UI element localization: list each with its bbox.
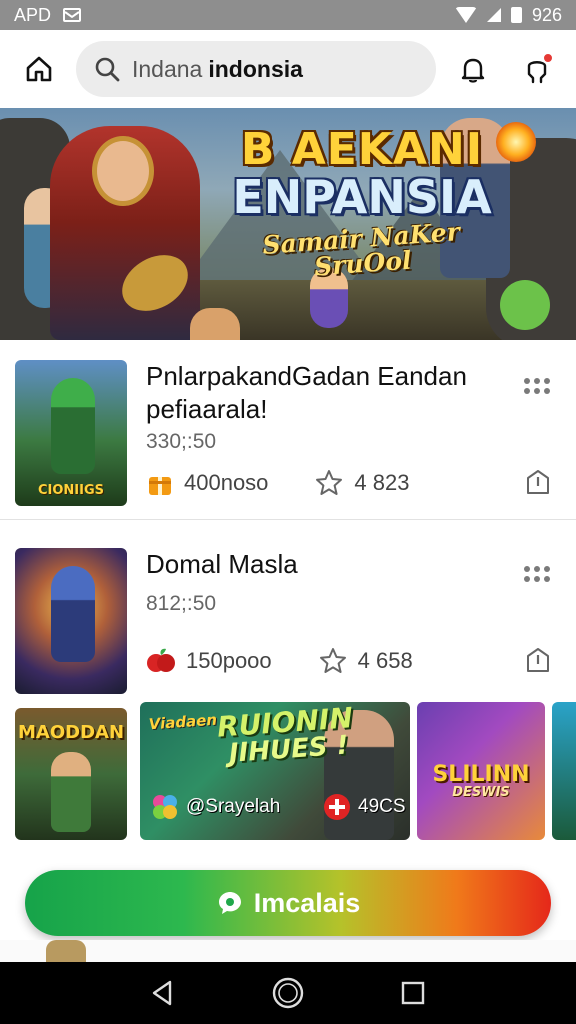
- game-stats: 150pooo 4 658: [146, 646, 413, 676]
- star-icon: [316, 470, 343, 495]
- notifications-button[interactable]: [514, 46, 560, 92]
- bell-button[interactable]: [450, 46, 496, 92]
- game-stats: 400noso 4 823: [146, 468, 409, 498]
- back-icon: [152, 980, 171, 1006]
- game-thumbnail[interactable]: CIONIIGS: [15, 360, 127, 506]
- home-button[interactable]: [16, 46, 62, 92]
- more-icon: [524, 566, 530, 572]
- banner-hero-head: [92, 136, 154, 206]
- content-peek: [0, 940, 576, 962]
- rating-stat: 4 658: [318, 646, 413, 676]
- card-title: Viadaen RUIONIN JIHUES !: [148, 702, 361, 773]
- more-options-button[interactable]: [524, 566, 552, 586]
- banner-character: [500, 280, 550, 330]
- card-score: 49CS: [322, 792, 406, 822]
- mail-icon: [63, 8, 82, 22]
- plus-badge-icon: [324, 794, 350, 820]
- circle-home-icon: [272, 977, 304, 1009]
- status-bar: APD 926: [0, 0, 576, 30]
- search-input[interactable]: Indana indonsia: [132, 56, 303, 83]
- card-title: MAODDAN: [17, 722, 125, 743]
- more-icon: [534, 388, 540, 394]
- more-icon: [524, 378, 530, 384]
- candy-icon: [153, 795, 177, 819]
- more-icon: [544, 576, 550, 582]
- search-bar[interactable]: Indana indonsia: [76, 41, 436, 97]
- more-icon: [524, 576, 530, 582]
- app-header: Indana indonsia: [0, 30, 576, 108]
- clock: 926: [531, 4, 562, 25]
- search-icon: [95, 57, 120, 82]
- more-icon: [544, 566, 550, 572]
- thumbnail-character: [51, 566, 95, 662]
- primary-action-label: Imcalais: [253, 887, 361, 918]
- home-nav-button[interactable]: [268, 973, 308, 1013]
- star-icon: [319, 648, 346, 673]
- game-title[interactable]: Domal Masla: [146, 548, 486, 581]
- carrier-label: APD: [14, 4, 52, 25]
- primary-action-button[interactable]: Imcalais: [25, 870, 551, 936]
- card-username: @Srayelah: [186, 796, 281, 817]
- card-title: SLILINN DESWIS: [417, 762, 545, 800]
- share-icon[interactable]: [524, 646, 552, 674]
- chat-icon: [218, 892, 241, 914]
- carousel-card[interactable]: MAODDAN: [15, 708, 127, 840]
- thumbnail-character: [51, 378, 95, 474]
- apple-icon: [147, 648, 175, 672]
- list-item[interactable]: Domal Masla 812;:50 150pooo 4 658: [0, 538, 576, 708]
- battery-icon: [510, 7, 522, 23]
- search-query: indonsia: [208, 55, 303, 82]
- more-icon: [544, 378, 550, 384]
- signal-icon: [486, 8, 501, 22]
- game-carousel[interactable]: MAODDAN Viadaen RUIONIN JIHUES ! @Srayel…: [0, 702, 576, 842]
- home-icon: [26, 56, 52, 82]
- downloads-count: 400noso: [184, 470, 269, 495]
- game-title[interactable]: PnlarpakandGadan Eandan pefiaarala!: [146, 360, 486, 426]
- back-button[interactable]: [143, 973, 183, 1013]
- more-icon: [534, 378, 540, 384]
- carousel-card[interactable]: SLILINN DESWIS: [417, 702, 545, 840]
- content-peek-art: [46, 940, 86, 962]
- carousel-card-featured[interactable]: Viadaen RUIONIN JIHUES ! @Srayelah 49CS: [140, 702, 410, 840]
- more-icon: [534, 566, 540, 572]
- thumbnail-caption: CIONIIGS: [37, 483, 104, 498]
- featured-banner[interactable]: B AEKANI ENPANSIA Samair NaKer SruOol: [0, 108, 576, 340]
- recents-icon: [402, 981, 425, 1005]
- game-subtitle: 330;:50: [146, 430, 217, 453]
- search-placeholder: Indana: [132, 55, 203, 82]
- more-icon: [524, 388, 530, 394]
- list-item[interactable]: CIONIIGS PnlarpakandGadan Eandan pefiaar…: [0, 350, 576, 520]
- card-score-value: 49CS: [358, 796, 406, 817]
- banner-title-line2: ENPANSIA: [232, 170, 492, 224]
- game-thumbnail[interactable]: [15, 548, 127, 694]
- rating-value: 4 823: [354, 470, 410, 495]
- card-title-line1: SLILINN: [432, 762, 530, 787]
- rating-stat: 4 823: [314, 468, 409, 498]
- notification-badge: [542, 52, 554, 64]
- gift-icon: [149, 477, 171, 495]
- downloads-count: 150pooo: [186, 648, 272, 673]
- downloads-stat: 400noso: [146, 469, 268, 497]
- carousel-card-partial[interactable]: [552, 702, 576, 840]
- banner-title: B AEKANI ENPANSIA Samair NaKer SruOol: [212, 124, 512, 282]
- card-character: [51, 752, 91, 832]
- more-icon: [534, 576, 540, 582]
- rating-value: 4 658: [357, 648, 413, 673]
- banner-character: [190, 308, 240, 340]
- wifi-icon: [454, 7, 477, 23]
- game-subtitle: 812;:50: [146, 592, 217, 615]
- banner-subtitle: Samair NaKer SruOol: [261, 217, 461, 282]
- card-user: @Srayelah: [150, 792, 280, 822]
- bell-icon: [461, 58, 485, 83]
- banner-title-line1: B AEKANI: [240, 124, 484, 175]
- downloads-stat: 150pooo: [146, 646, 272, 676]
- card-title-line2: DESWIS: [452, 785, 510, 800]
- more-icon: [544, 388, 550, 394]
- share-icon[interactable]: [524, 468, 552, 496]
- recents-button[interactable]: [393, 973, 433, 1013]
- system-nav-bar: [0, 962, 576, 1024]
- more-options-button[interactable]: [524, 378, 552, 398]
